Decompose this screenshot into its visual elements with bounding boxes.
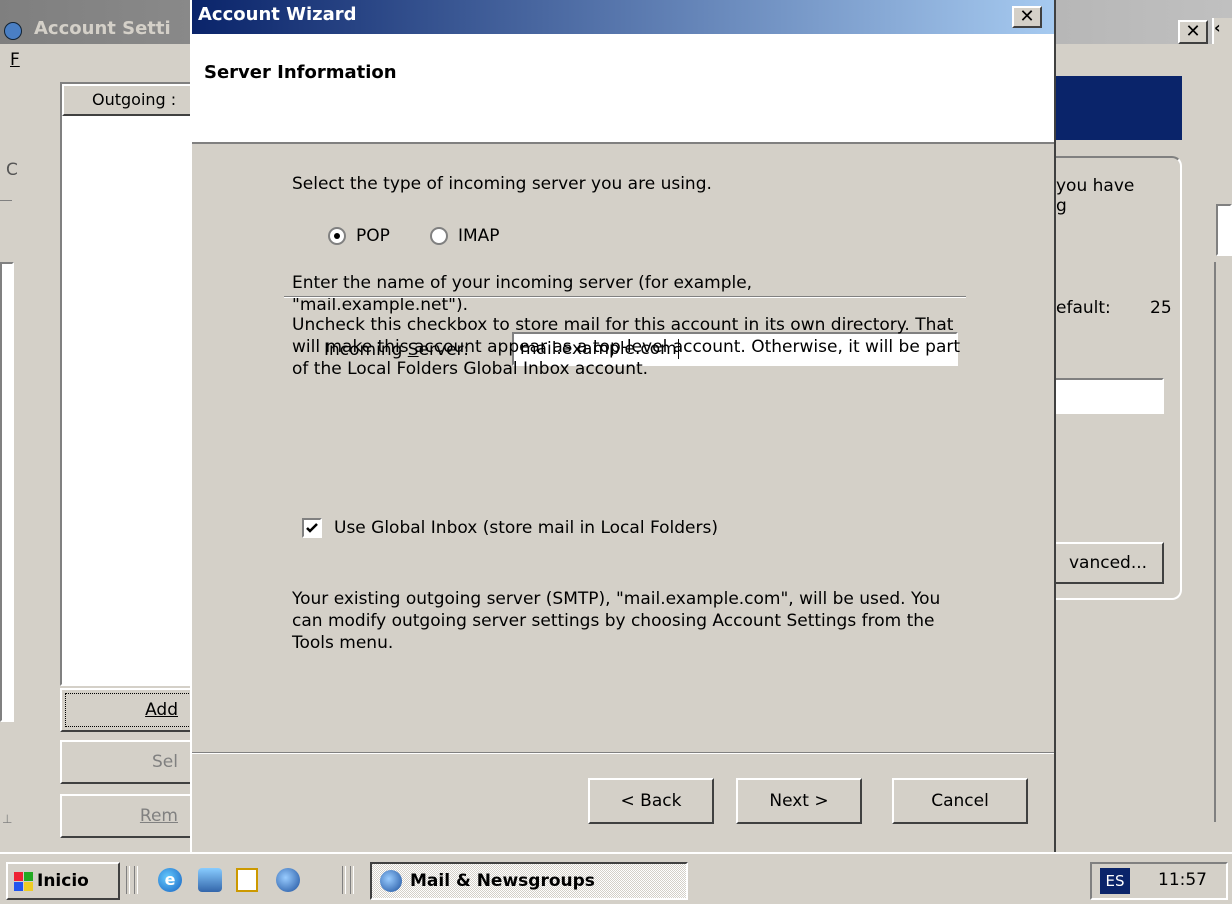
footer-separator — [192, 752, 1054, 754]
outlook-express-icon[interactable] — [198, 868, 222, 892]
cancel-button[interactable]: Cancel — [892, 778, 1028, 824]
global-inbox-checkbox-label: Use Global Inbox (store mail in Local Fo… — [334, 518, 718, 538]
windows-logo-icon — [14, 871, 33, 891]
wizard-close-button[interactable]: ✕ — [1012, 6, 1042, 28]
system-tray: ES 11:57 — [1090, 862, 1228, 900]
taskbar: Inicio e Mail & Newsgroups ES 11:57 — [0, 852, 1232, 904]
start-button-label: Inicio — [37, 871, 89, 891]
radio-imap-label: IMAP — [458, 226, 500, 246]
global-inbox-explanation: Uncheck this checkbox to store mail for … — [292, 315, 961, 379]
resize-grip-icon: ⊥ — [2, 812, 13, 826]
partial-close-button[interactable]: ‹ — [1212, 18, 1232, 44]
wizard-titlebar[interactable]: Account Wizard ✕ — [192, 0, 1054, 34]
wizard-title: Account Wizard — [198, 4, 357, 25]
next-button[interactable]: Next > — [736, 778, 862, 824]
back-button-label: < Back — [620, 791, 682, 811]
language-indicator[interactable]: ES — [1100, 868, 1130, 894]
internet-explorer-icon[interactable]: e — [158, 868, 182, 892]
account-settings-title: Account Setti — [34, 18, 171, 39]
mozilla-icon[interactable] — [276, 868, 300, 892]
left-edge-pane — [0, 262, 14, 722]
server-name-prompt: Enter the name of your incoming server (… — [292, 273, 753, 315]
advanced-button[interactable]: vanced... — [1054, 542, 1164, 584]
account-wizard-dialog: Account Wizard ✕ Server Information Sele… — [190, 0, 1056, 856]
wizard-page-heading: Server Information — [204, 62, 397, 83]
mozilla-task-icon — [380, 870, 402, 892]
right-edge-pane — [1214, 262, 1232, 822]
right-text-line2: g — [1056, 196, 1067, 216]
radio-imap-option[interactable]: IMAP — [430, 226, 500, 246]
taskbar-separator — [342, 866, 346, 894]
advanced-button-label: vanced... — [1068, 553, 1148, 573]
menu-file[interactable]: F — [10, 50, 20, 70]
separator-left — [0, 200, 12, 211]
global-inbox-option[interactable]: Use Global Inbox (store mail in Local Fo… — [302, 518, 718, 538]
global-inbox-checkbox[interactable] — [302, 518, 322, 538]
clock[interactable]: 11:57 — [1158, 870, 1207, 890]
smtp-note: Your existing outgoing server (SMTP), "m… — [292, 589, 941, 653]
remove-account-button[interactable]: Rem — [60, 794, 200, 838]
cancel-button-label: Cancel — [931, 791, 989, 811]
server-type-prompt: Select the type of incoming server you a… — [292, 174, 712, 194]
set-default-button[interactable]: Sel — [60, 740, 200, 784]
right-edge-field[interactable] — [1216, 204, 1232, 256]
add-account-label: Add — [145, 700, 178, 720]
task-mail-newsgroups-label: Mail & Newsgroups — [410, 871, 595, 891]
set-default-label: Sel — [152, 752, 178, 772]
list-column-header-label: Outgoing : — [92, 90, 177, 109]
radio-pop-label: POP — [356, 226, 390, 246]
checkmark-icon — [306, 523, 318, 533]
thunderbird-app-icon — [4, 22, 22, 40]
back-button[interactable]: < Back — [588, 778, 714, 824]
right-text-line1: you have — [1056, 176, 1135, 196]
taskbar-separator — [126, 866, 130, 894]
list-column-header[interactable]: Outgoing : — [62, 84, 198, 116]
remove-account-label: Rem — [139, 806, 178, 826]
radio-pop-button[interactable] — [328, 227, 346, 245]
account-list[interactable] — [60, 82, 200, 686]
start-button[interactable]: Inicio — [6, 862, 120, 900]
default-port-value: 25 — [1150, 298, 1172, 318]
notepad-icon[interactable] — [236, 868, 258, 892]
server-section-divider — [284, 296, 966, 298]
taskbar-separator — [134, 866, 138, 894]
radio-imap-button[interactable] — [430, 227, 448, 245]
right-text-field[interactable] — [1054, 378, 1164, 414]
default-port-label: efault: — [1056, 298, 1111, 318]
account-header-banner — [1054, 76, 1182, 140]
left-label: C — [6, 160, 18, 180]
task-mail-newsgroups[interactable]: Mail & Newsgroups — [370, 862, 688, 900]
add-account-button[interactable]: Add — [60, 688, 200, 732]
taskbar-separator — [350, 866, 354, 894]
account-settings-close-button[interactable]: ✕ — [1178, 20, 1208, 44]
next-button-label: Next > — [769, 791, 829, 811]
wizard-header: Server Information — [192, 34, 1054, 144]
radio-pop-option[interactable]: POP — [328, 226, 390, 246]
